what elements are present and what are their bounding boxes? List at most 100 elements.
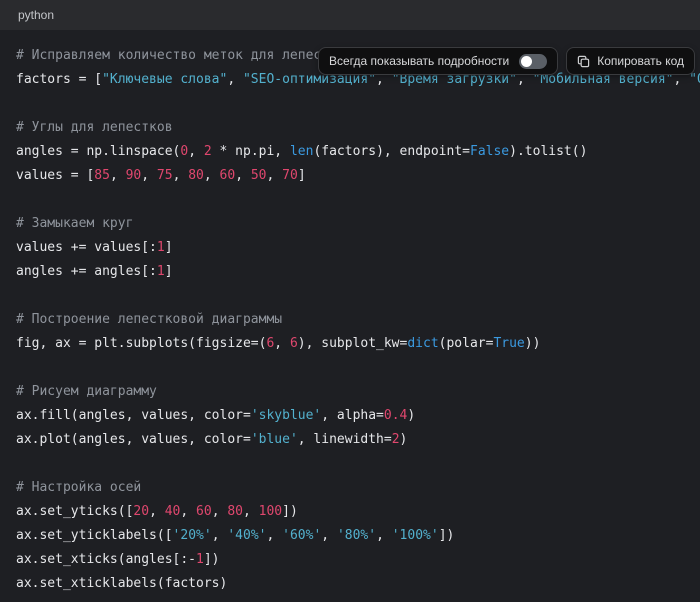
code-token: , [188,144,204,159]
code-token: '80%' [337,528,376,543]
code-line [16,284,700,308]
code-line: # Настройка осей [16,476,700,500]
details-toggle[interactable] [519,54,547,69]
code-block-header: python [0,0,700,30]
code-line [16,188,700,212]
code-token: , [376,528,392,543]
code-token: # Рисуем диаграмму [16,384,157,399]
code-token: 50 [251,168,267,183]
code-token: 90 [126,168,142,183]
code-token: 1 [196,552,204,567]
code-token: ).tolist() [509,144,587,159]
code-line: # Рисуем диаграмму [16,380,700,404]
code-token: values = [ [16,168,94,183]
code-line: ax.set_xticks(angles[:-1]) [16,548,700,572]
code-token: 80 [188,168,204,183]
code-token: len [290,144,313,159]
code-area: # Исправляем количество меток для лепест… [0,30,700,602]
code-token: , [180,504,196,519]
code-token: fig, ax = plt.subplots(figsize=( [16,336,266,351]
code-token: ] [165,240,173,255]
code-token: ), subplot_kw= [298,336,408,351]
code-token: # Настройка осей [16,480,141,495]
code-token: ax.set_xticklabels(factors) [16,576,227,591]
code-line: fig, ax = plt.subplots(figsize=(6, 6), s… [16,332,700,356]
code-token: # Построение лепестковой диаграммы [16,312,282,327]
code-token: 'skyblue' [251,408,321,423]
code-token: )) [525,336,541,351]
code-token: '40%' [227,528,266,543]
code-token: angles += angles[: [16,264,157,279]
code-token: 100 [259,504,282,519]
code-token: , [149,504,165,519]
code-token: 70 [282,168,298,183]
code-line [16,92,700,116]
code-block-window: python # Исправляем количество меток для… [0,0,700,602]
code-token: (factors), endpoint= [313,144,470,159]
code-token: ]) [439,528,455,543]
code-line: angles = np.linspace(0, 2 * np.pi, len(f… [16,140,700,164]
code-line [16,356,700,380]
code-line: ax.set_yticklabels(['20%', '40%', '60%',… [16,524,700,548]
code-token: ax.fill(angles, values, color= [16,408,251,423]
code-line: ax.plot(angles, values, color='blue', li… [16,428,700,452]
code-line: values = [85, 90, 75, 80, 60, 50, 70] [16,164,700,188]
code-token: angles = np.linspace( [16,144,180,159]
code-token: 60 [220,168,236,183]
code-token: ax.set_xticks(angles[:- [16,552,196,567]
code-token: 75 [157,168,173,183]
code-token: 1 [157,240,165,255]
code-line: angles += angles[:1] [16,260,700,284]
code-token: , linewidth= [298,432,392,447]
code-token: # Исправляем количество меток для лепест… [16,48,353,63]
always-show-details-control: Всегда показывать подробности [318,47,558,75]
code-token: 85 [94,168,110,183]
code-token: dict [407,336,438,351]
code-token: , [266,528,282,543]
code-token: ]) [282,504,298,519]
code-line: # Замыкаем круг [16,212,700,236]
code-token: , [267,168,283,183]
code-token: '20%' [173,528,212,543]
code-token: * np.pi, [212,144,290,159]
code-token: 2 [392,432,400,447]
toggle-knob [521,56,532,67]
code-token: 20 [133,504,149,519]
code-token: ]) [204,552,220,567]
code-token: , [274,336,290,351]
code-line [16,452,700,476]
code-token: # Углы для лепестков [16,120,173,135]
code-token: ) [407,408,415,423]
code-token: '100%' [392,528,439,543]
code-token: , [321,528,337,543]
code-token: values += values[: [16,240,157,255]
copy-button-label: Копировать код [597,54,684,68]
code-token: 40 [165,504,181,519]
code-token: , [212,528,228,543]
code-token: , [173,168,189,183]
code-token: 1 [157,264,165,279]
code-token: , [110,168,126,183]
copy-icon [577,55,590,68]
code-token: , alpha= [321,408,384,423]
code-line: values += values[:1] [16,236,700,260]
floating-toolbar: Всегда показывать подробности Копировать… [318,47,695,75]
code-token: 80 [227,504,243,519]
code-token: , [212,504,228,519]
code-token: True [493,336,524,351]
code-token: ] [298,168,306,183]
code-line: ax.set_yticks([20, 40, 60, 80, 100]) [16,500,700,524]
code-token: # Замыкаем круг [16,216,133,231]
code-token: factors = [ [16,72,102,87]
code-token: 0.4 [384,408,407,423]
code-line: ax.fill(angles, values, color='skyblue',… [16,404,700,428]
code-token: '60%' [282,528,321,543]
copy-code-button[interactable]: Копировать код [566,47,695,75]
code-token: 6 [290,336,298,351]
code-token: , [243,504,259,519]
code-token: 'blue' [251,432,298,447]
code-token: ax.set_yticklabels([ [16,528,173,543]
code-line: # Построение лепестковой диаграммы [16,308,700,332]
code-token: , [227,72,243,87]
code-line: ax.set_xticklabels(factors) [16,572,700,596]
